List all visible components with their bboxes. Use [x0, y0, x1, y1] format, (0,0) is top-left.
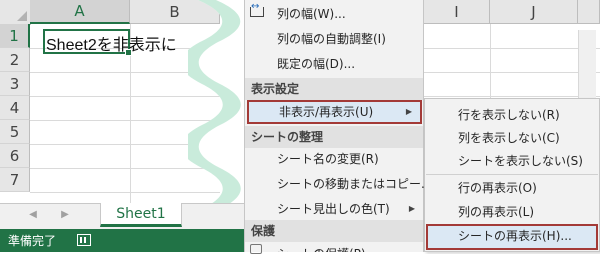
column-header-i[interactable]: I: [424, 0, 490, 24]
menu-item-label: 既定の幅(D)...: [277, 57, 356, 71]
menu-section-display: 表示設定: [245, 78, 423, 100]
row-header-2[interactable]: 2: [0, 48, 30, 72]
menu-item-hide-unhide[interactable]: 非表示/再表示(U) ▶: [247, 100, 422, 124]
menu-section-organize: シートの整理: [245, 126, 423, 148]
row-header-7[interactable]: 7: [0, 168, 30, 192]
gridline: [424, 96, 600, 97]
menu-item-move-copy-sheet[interactable]: シートの移動またはコピー...: [245, 172, 432, 196]
cell-a1-value: Sheet2を非表示に: [46, 37, 177, 54]
select-all-corner[interactable]: [0, 0, 31, 25]
menu-item-label: 非表示/再表示(U): [279, 105, 374, 119]
menu-item-protect-sheet[interactable]: シートの保護(P)...: [245, 242, 423, 252]
menu-item-label: 列の幅の自動調整(I): [277, 32, 386, 46]
submenu-item-hide-columns[interactable]: 列を表示しない(C): [426, 126, 598, 150]
menu-item-tab-color[interactable]: シート見出しの色(T) ▶: [245, 197, 423, 221]
submenu-item-label: シートを表示しない(S): [458, 154, 583, 168]
scroll-tabs-right-icon[interactable]: ▶: [58, 208, 72, 222]
menu-item-label: シート見出しの色(T): [277, 202, 390, 216]
menu-item-label: シート名の変更(R): [277, 152, 379, 166]
submenu-item-unhide-columns[interactable]: 列の再表示(L): [426, 200, 598, 224]
row-header-3[interactable]: 3: [0, 72, 30, 96]
column-header-j[interactable]: J: [490, 0, 578, 24]
status-ready-text: 準備完了: [8, 234, 57, 248]
submenu-item-label: シートの再表示(H)...: [458, 229, 572, 243]
gridline: [424, 72, 600, 73]
menu-item-column-width[interactable]: 列の幅(W)...: [245, 2, 423, 26]
submenu-arrow-icon: ▶: [408, 204, 415, 213]
submenu-item-hide-sheet[interactable]: シートを表示しない(S): [426, 149, 598, 173]
submenu-separator: [426, 174, 598, 175]
row-header-5[interactable]: 5: [0, 120, 30, 144]
submenu-item-label: 行の再表示(O): [458, 181, 537, 195]
submenu-item-label: 行を表示しない(R): [458, 108, 560, 122]
column-header-blank: [578, 0, 600, 24]
submenu-item-hide-rows[interactable]: 行を表示しない(R): [426, 103, 598, 127]
menu-item-label: 列の幅(W)...: [277, 7, 346, 21]
menu-item-rename-sheet[interactable]: シート名の変更(R): [245, 147, 423, 171]
column-header-a[interactable]: A: [30, 0, 130, 24]
scroll-tabs-left-icon[interactable]: ◀: [26, 208, 40, 222]
macro-recording-icon[interactable]: [77, 234, 91, 246]
row-header-6[interactable]: 6: [0, 144, 30, 168]
submenu-item-unhide-sheet[interactable]: シートの再表示(H)...: [426, 224, 598, 250]
submenu-item-label: 列を表示しない(C): [458, 131, 560, 145]
submenu-item-label: 列の再表示(L): [458, 205, 535, 219]
menu-item-autofit-column[interactable]: 列の幅の自動調整(I): [245, 27, 423, 51]
row-header-4[interactable]: 4: [0, 96, 30, 120]
menu-item-default-width[interactable]: 既定の幅(D)...: [245, 52, 423, 76]
menu-item-label: シートの移動またはコピー...: [277, 177, 433, 191]
sheet-tab-sheet1[interactable]: Sheet1: [100, 203, 182, 227]
row-header-1[interactable]: 1: [0, 24, 30, 48]
menu-section-protect: 保護: [245, 220, 423, 242]
submenu-item-unhide-rows[interactable]: 行の再表示(O): [426, 176, 598, 200]
gridline: [424, 48, 600, 49]
submenu-arrow-icon: ▶: [405, 107, 412, 116]
menu-item-label: シートの保護(P)...: [277, 242, 377, 252]
